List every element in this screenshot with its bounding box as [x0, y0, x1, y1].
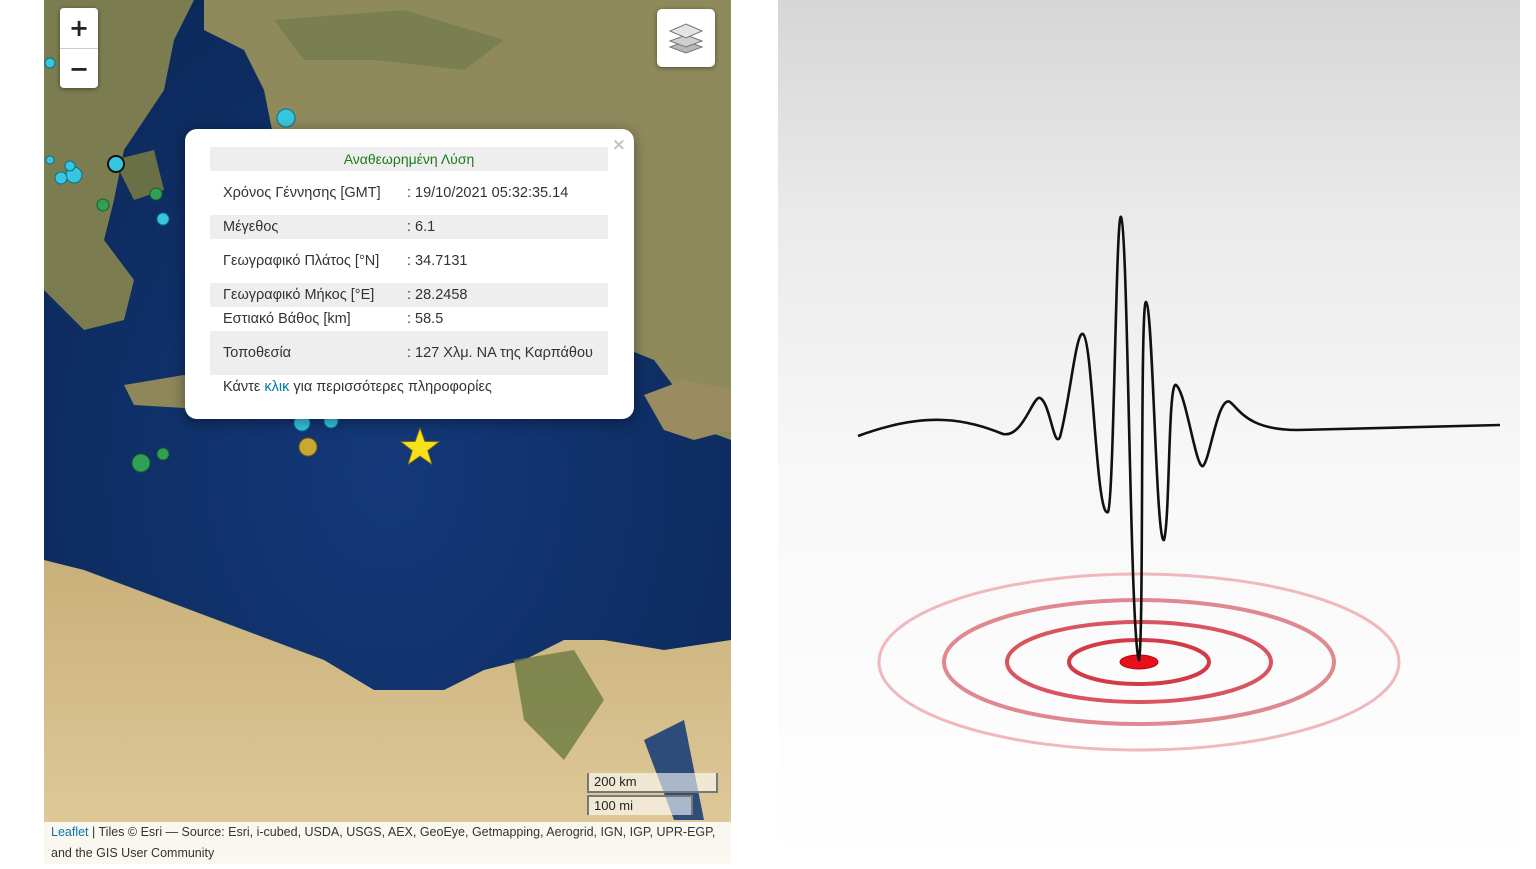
layers-icon [668, 23, 704, 54]
seismograph-wave [857, 215, 1501, 752]
row-label: Τοποθεσία [223, 345, 292, 361]
footer-text: Κάντε [223, 379, 265, 395]
popup-row-origin-time: Χρόνος Γέννησης [GMT] : 19/10/2021 05:32… [210, 171, 608, 215]
layers-button[interactable] [657, 9, 715, 67]
row-value: : 127 Χλμ. ΝΑ της Καρπάθου [407, 345, 593, 361]
map-attribution: Leaflet | Tiles © Esri — Source: Esri, i… [44, 822, 731, 864]
popup-row-latitude: Γεωγραφικό Πλάτος [°N] : 34.7131 [210, 239, 608, 283]
popup-close-button[interactable]: × [612, 135, 626, 155]
zoom-out-button[interactable]: − [60, 48, 98, 87]
row-value: : 34.7131 [407, 253, 468, 269]
popup-row-location: Τοποθεσία : 127 Χλμ. ΝΑ της Καρπάθου [210, 331, 608, 375]
earthquake-popup: × Αναθεωρημένη Λύση Χρόνος Γέννησης [GMT… [185, 129, 634, 419]
zoom-in-button[interactable]: + [60, 8, 98, 48]
leaflet-link[interactable]: Leaflet [51, 825, 89, 839]
seismic-trace [857, 215, 1501, 662]
row-value: : 58.5 [407, 311, 444, 327]
row-label: Μέγεθος [223, 219, 279, 235]
scale-mi: 100 mi [587, 795, 693, 815]
epicenter-rings [877, 572, 1401, 752]
attribution-text: | Tiles © Esri — Source: Esri, i-cubed, … [51, 825, 716, 860]
row-value: : 6.1 [407, 219, 436, 235]
row-value: : 19/10/2021 05:32:35.14 [407, 185, 569, 201]
popup-title: Αναθεωρημένη Λύση [210, 147, 608, 171]
popup-row-depth: Εστιακό Βάθος [km] : 58.5 [210, 307, 608, 331]
popup-table: Αναθεωρημένη Λύση Χρόνος Γέννησης [GMT] … [210, 147, 608, 397]
more-info-link[interactable]: κλικ [264, 379, 289, 395]
scale-km: 200 km [587, 773, 718, 793]
popup-row-longitude: Γεωγραφικό Μήκος [°E] : 28.2458 [210, 283, 608, 307]
popup-row-magnitude: Μέγεθος : 6.1 [210, 215, 608, 239]
row-label: Γεωγραφικό Πλάτος [°N] [223, 253, 380, 269]
row-label: Εστιακό Βάθος [km] [223, 311, 351, 327]
seismograph-illustration [778, 0, 1520, 864]
row-label: Χρόνος Γέννησης [GMT] [223, 185, 381, 201]
footer-text: για περισσότερες πληροφορίες [289, 379, 492, 395]
zoom-control: + − [60, 8, 98, 88]
row-value: : 28.2458 [407, 287, 468, 303]
popup-footer: Κάντε κλικ για περισσότερες πληροφορίες [210, 375, 608, 397]
earthquake-map[interactable]: + − × Αναθεωρημένη Λύση Χρόνος Γέννησης … [44, 0, 731, 864]
row-label: Γεωγραφικό Μήκος [°E] [223, 287, 375, 303]
